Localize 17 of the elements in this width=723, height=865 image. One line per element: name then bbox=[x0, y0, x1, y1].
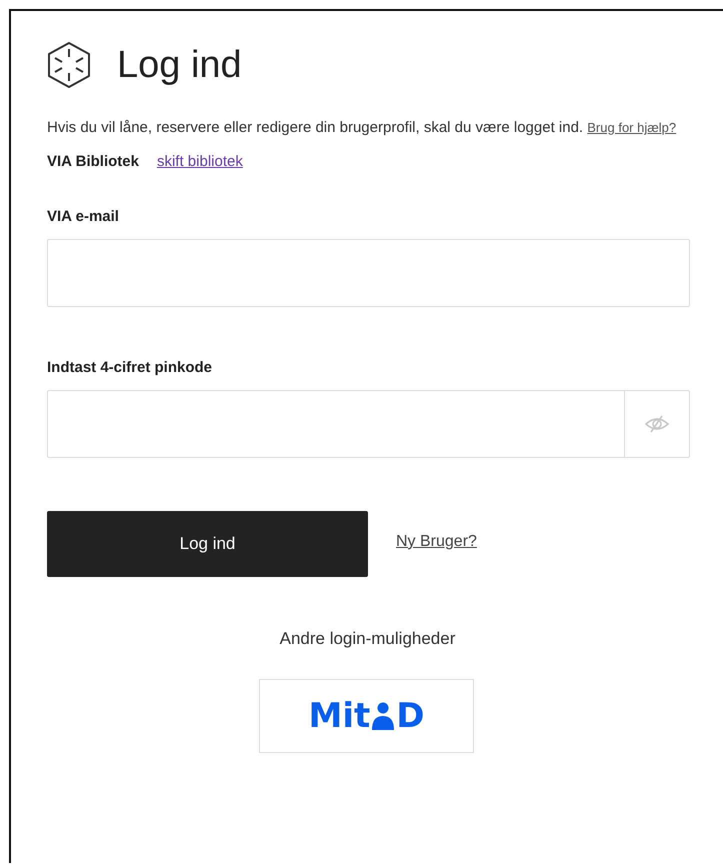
other-logins-heading: Andre login-muligheder bbox=[280, 629, 456, 649]
person-icon bbox=[372, 702, 394, 730]
field-label: VIA e-mail bbox=[47, 208, 120, 225]
mitid-login-button[interactable]: Mit D bbox=[259, 679, 474, 753]
cube-icon bbox=[47, 41, 91, 89]
help-link[interactable]: Brug for hjælp? bbox=[587, 120, 676, 135]
email-field[interactable] bbox=[47, 239, 690, 307]
login-button[interactable]: Log ind bbox=[47, 511, 368, 577]
library-name: VIA Bibliotek bbox=[47, 153, 139, 170]
intro-text: Hvis du vil låne, reservere eller redigere din brugerprofil, skal du være logget ind. Brug for hjælp? bbox=[47, 118, 678, 138]
new-user-link[interactable]: Ny Bruger? bbox=[396, 533, 477, 551]
pin-field[interactable] bbox=[47, 390, 624, 458]
field-label: Indtast 4-cifret pinkode bbox=[47, 359, 214, 376]
eye-slash-icon bbox=[645, 415, 669, 433]
show-password-button[interactable] bbox=[624, 390, 690, 458]
page-title: Log ind bbox=[117, 44, 242, 86]
change-library-link[interactable]: skift bibliotek bbox=[156, 153, 243, 170]
